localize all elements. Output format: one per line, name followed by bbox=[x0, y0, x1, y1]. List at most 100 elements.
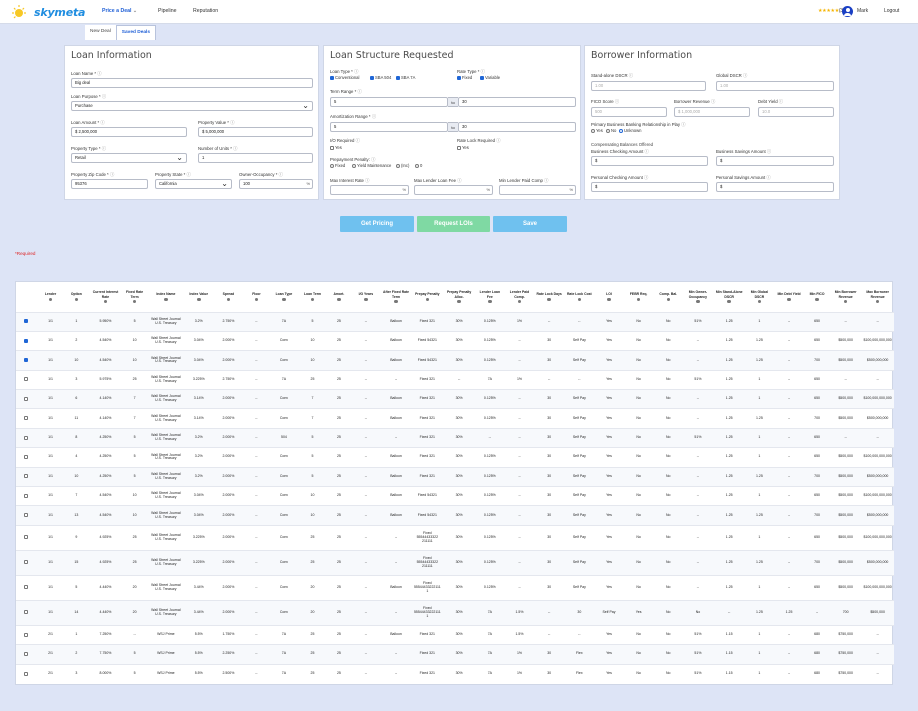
info-icon[interactable] bbox=[425, 297, 430, 302]
row-checkbox[interactable] bbox=[24, 396, 29, 401]
property-zip-input[interactable]: 95376 bbox=[71, 179, 148, 189]
row-checkbox[interactable] bbox=[24, 493, 29, 498]
info-icon[interactable] bbox=[636, 297, 641, 302]
min-lender-paid-input[interactable]: % bbox=[499, 185, 576, 195]
column-header[interactable]: Min FICO bbox=[804, 282, 830, 312]
table-row[interactable]: 1/1 2 4.540% 10 Wall Street Journal U.S. Tre… bbox=[16, 330, 894, 351]
column-header[interactable]: Index Value bbox=[184, 282, 213, 312]
property-type-select[interactable]: Retail ⌄ bbox=[71, 153, 187, 163]
info-icon[interactable] bbox=[282, 297, 286, 302]
info-icon[interactable] bbox=[74, 297, 79, 302]
info-icon[interactable] bbox=[843, 299, 848, 304]
request-lois-button[interactable]: Request LOIs bbox=[417, 216, 490, 232]
prepay-yield-maintenance-radio[interactable]: Yield Maintenance bbox=[352, 163, 391, 168]
amort-from-input[interactable]: 5 bbox=[330, 122, 448, 132]
column-header[interactable]: Max Borrower Revenue bbox=[861, 282, 894, 312]
user-avatar-icon[interactable] bbox=[842, 6, 853, 17]
info-icon[interactable] bbox=[577, 297, 582, 302]
table-row[interactable]: 1/1 7 4.540% 10 Wall Street Journal U.S. Tre… bbox=[16, 486, 894, 506]
row-checkbox[interactable] bbox=[24, 338, 29, 343]
table-row[interactable]: 1/1 10 4.250% 5 Wall Street Journal U.S. Tre… bbox=[16, 466, 894, 487]
info-icon[interactable] bbox=[48, 297, 53, 302]
debt-yield-input[interactable]: 10.0 bbox=[758, 107, 834, 117]
loan-type-sba7a-checkbox[interactable]: SBA 7A bbox=[396, 75, 415, 80]
user-name[interactable]: Mark bbox=[857, 8, 868, 14]
global-dscr-input[interactable]: 1.00 bbox=[716, 81, 834, 91]
save-button[interactable]: Save bbox=[493, 216, 567, 232]
rate-type-fixed-checkbox[interactable]: Fixed bbox=[457, 75, 472, 80]
column-header[interactable]: Prepay Penalty Alloc. bbox=[443, 282, 475, 312]
amort-to-input[interactable]: 30 bbox=[458, 122, 576, 132]
row-checkbox[interactable] bbox=[24, 535, 29, 540]
column-header[interactable]: Lender Paid Comp. bbox=[504, 282, 534, 312]
table-row[interactable]: 2/1 3 8.000% 5 WSJ Prime 5.5% 2.500% -- 7A 25 25 --… bbox=[16, 663, 894, 684]
column-header[interactable]: LOI bbox=[595, 282, 623, 312]
info-icon[interactable] bbox=[103, 299, 108, 304]
table-row[interactable]: 1/1 13 4.540% 10 Wall Street Journal U.S. Tr… bbox=[16, 505, 894, 526]
rate-lock-yes-checkbox[interactable]: Yes bbox=[457, 145, 469, 150]
info-icon[interactable] bbox=[197, 297, 201, 302]
column-header[interactable]: Min Global DSCR bbox=[745, 282, 774, 312]
column-header[interactable]: FEBR Req. bbox=[623, 282, 654, 312]
row-checkbox[interactable] bbox=[24, 416, 29, 421]
row-checkbox[interactable] bbox=[24, 585, 29, 590]
term-to-input[interactable]: 30 bbox=[458, 97, 576, 107]
column-header[interactable]: Floor bbox=[244, 282, 270, 312]
column-header[interactable]: Current Interest Rate bbox=[89, 282, 121, 312]
table-row[interactable]: 2/1 1 7.250% -- WSJ Prime 5.5% 1.750% -- 7A 25 25-… bbox=[16, 624, 894, 645]
loan-purpose-select[interactable]: Purchase ⌄ bbox=[71, 101, 313, 111]
column-header[interactable]: Amort. bbox=[327, 282, 352, 312]
property-value-input[interactable]: $ 5,000,000 bbox=[198, 127, 313, 137]
prepay-inc-radio[interactable]: (Inc) bbox=[396, 163, 409, 168]
column-header[interactable]: Index Name bbox=[148, 282, 185, 312]
column-header[interactable]: Lender Loan Fee bbox=[475, 282, 504, 312]
borrower-revenue-input[interactable]: $ 1,000,000 bbox=[674, 107, 750, 117]
column-header[interactable]: Rate Lock Cost bbox=[564, 282, 595, 312]
owner-occupancy-input[interactable]: 100% bbox=[239, 179, 313, 189]
row-checkbox[interactable] bbox=[24, 474, 29, 479]
column-header[interactable]: Fixed Rate Term bbox=[122, 282, 148, 312]
column-header[interactable]: Loan Term bbox=[298, 282, 326, 312]
table-row[interactable]: 1/1 11 4.140% 7 Wall Street Journal U.S. Tre… bbox=[16, 408, 894, 429]
column-header[interactable] bbox=[16, 282, 38, 312]
personal-savings-input[interactable]: $ bbox=[716, 182, 834, 192]
personal-checking-input[interactable]: $ bbox=[591, 182, 708, 192]
row-checkbox[interactable] bbox=[24, 671, 29, 676]
table-row[interactable]: 1/1 15 4.925% 25 Wall Street Journal U.S. Tr… bbox=[16, 549, 894, 576]
column-header[interactable]: I/O Years bbox=[351, 282, 380, 312]
row-checkbox[interactable] bbox=[24, 610, 29, 615]
row-checkbox[interactable] bbox=[24, 358, 29, 363]
nav-reputation[interactable]: Reputation bbox=[193, 8, 218, 14]
loan-name-input[interactable]: Big deal bbox=[71, 78, 313, 88]
nav-price-a-deal[interactable]: Price a Deal ⌄ bbox=[102, 8, 137, 14]
row-checkbox[interactable] bbox=[24, 513, 29, 518]
column-header[interactable]: Spread bbox=[213, 282, 243, 312]
info-icon[interactable] bbox=[875, 299, 880, 304]
column-header[interactable]: Loan Type bbox=[269, 282, 298, 312]
row-checkbox[interactable] bbox=[24, 377, 29, 382]
logout-link[interactable]: Logout bbox=[884, 8, 899, 14]
property-state-select[interactable]: California ⌄ bbox=[155, 179, 232, 189]
table-row[interactable]: 1/1 5 4.440% 20 Wall Street Journal U.S. Tre… bbox=[16, 574, 894, 601]
loan-type-sba504-checkbox[interactable]: SBA 504 bbox=[370, 75, 391, 80]
row-checkbox[interactable] bbox=[24, 319, 29, 324]
row-checkbox[interactable] bbox=[24, 455, 29, 460]
max-lender-fee-input[interactable]: % bbox=[414, 185, 493, 195]
column-header[interactable]: Min Debt Yield bbox=[774, 282, 804, 312]
number-of-units-input[interactable]: 1 bbox=[198, 153, 313, 163]
column-header[interactable]: Rate Lock Days bbox=[535, 282, 564, 312]
table-row[interactable]: 1/1 1 5.950% 5 Wall Street Journal U.S. Trea… bbox=[16, 311, 894, 332]
table-row[interactable]: 1/1 4 4.250% 5 Wall Street Journal U.S. Trea… bbox=[16, 447, 894, 468]
row-checkbox[interactable] bbox=[24, 560, 29, 565]
business-checking-input[interactable]: $ bbox=[591, 156, 708, 166]
info-icon[interactable] bbox=[226, 297, 231, 302]
column-header[interactable]: Min Stand-Alone DSCR bbox=[714, 282, 745, 312]
info-icon[interactable] bbox=[457, 299, 461, 304]
info-icon[interactable] bbox=[787, 297, 791, 302]
table-row[interactable]: 1/1 8 4.250% 5 Wall Street Journal U.S. Trea… bbox=[16, 427, 894, 448]
info-icon[interactable] bbox=[394, 299, 398, 304]
table-row[interactable]: 1/1 3 5.975% 25 Wall Street Journal U.S. Tre… bbox=[16, 369, 894, 390]
loan-type-conventional-checkbox[interactable]: Conventional bbox=[330, 75, 359, 80]
info-icon[interactable] bbox=[164, 297, 168, 302]
info-icon[interactable] bbox=[517, 299, 522, 304]
